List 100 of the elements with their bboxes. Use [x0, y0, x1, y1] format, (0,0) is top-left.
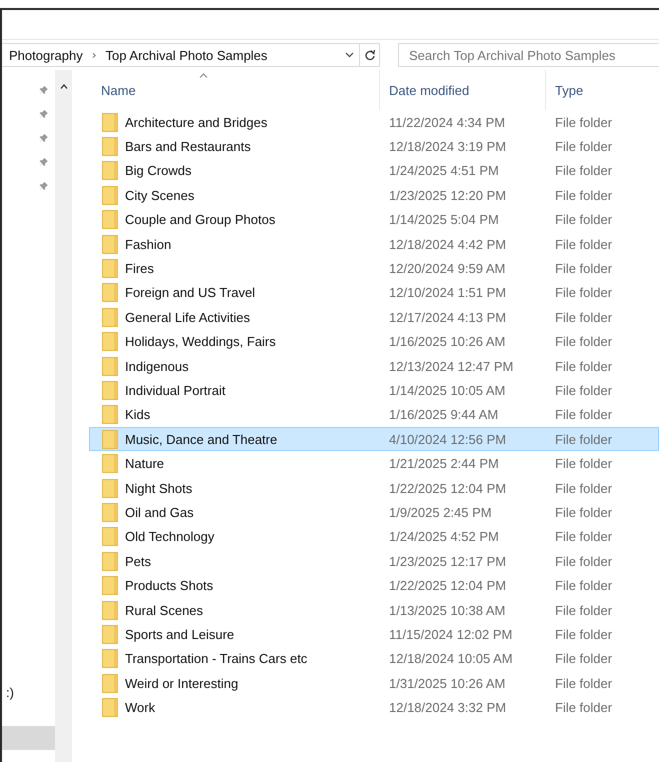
file-name: Foreign and US Travel — [125, 285, 256, 300]
refresh-button[interactable] — [360, 43, 380, 67]
file-row[interactable]: Bars and Restaurants 12/18/2024 3:19 PM File folder — [89, 134, 659, 159]
file-row[interactable]: Music, Dance and Theatre 4/10/2024 12:56 PM File folder — [89, 427, 659, 452]
breadcrumb[interactable]: Photography — [9, 48, 83, 62]
file-name: Fires — [125, 261, 154, 276]
file-type: File folder — [555, 236, 612, 252]
file-row[interactable]: Kids 1/16/2025 9:44 AM File folder — [89, 402, 659, 428]
date-modified: 12/18/2024 10:05 AM — [389, 651, 513, 666]
file-row[interactable]: Work 12/18/2024 3:32 PM File folder — [89, 695, 659, 720]
date-modified: 1/16/2025 9:44 AM — [389, 407, 498, 422]
file-row[interactable]: Night Shots 1/22/2025 12:04 PM File folder — [89, 476, 659, 500]
date-modified: 12/18/2024 3:19 PM — [389, 139, 506, 154]
column-label: Type — [555, 82, 584, 98]
breadcrumb[interactable]: Top Archival Photo Samples — [106, 48, 268, 62]
folder-icon — [102, 137, 118, 156]
file-row[interactable]: General Life Activities 12/17/2024 4:13 PM File folder — [89, 305, 659, 330]
file-type: File folder — [555, 310, 612, 325]
file-row[interactable]: Rural Scenes 1/13/2025 10:38 AM File folder — [89, 598, 659, 622]
folder-icon — [102, 210, 118, 230]
file-row[interactable]: Oil and Gas 1/9/2025 2:45 PM File folder — [89, 500, 659, 525]
file-name: Work — [125, 700, 156, 716]
file-row[interactable]: Holidays, Weddings, Fairs 1/16/2025 10:26 AM File folder — [89, 330, 659, 354]
folder-icon — [102, 527, 118, 546]
folder-icon — [102, 502, 118, 522]
date-modified: 1/23/2025 12:17 PM — [389, 554, 506, 569]
folder-icon — [102, 356, 118, 376]
file-type: File folder — [555, 114, 612, 130]
file-row[interactable]: Old Technology 1/24/2025 4:52 PM File folder — [89, 524, 659, 550]
folder-icon — [102, 478, 118, 498]
file-type: File folder — [555, 578, 612, 594]
file-row[interactable]: Sports and Leisure 11/15/2024 12:02 PM File folder — [89, 622, 659, 647]
date-modified: 1/16/2025 10:26 AM — [389, 334, 506, 350]
file-type: File folder — [555, 261, 612, 276]
address-bar[interactable]: Photography › Top Archival Photo Samples — [2, 43, 360, 67]
folder-icon — [102, 112, 118, 132]
file-type: File folder — [555, 480, 612, 496]
file-row[interactable]: Architecture and Bridges 11/22/2024 4:34 PM File folder — [89, 110, 659, 134]
date-modified: 11/15/2024 12:02 PM — [389, 626, 512, 642]
folder-icon — [102, 332, 118, 352]
file-row[interactable]: City Scenes 1/23/2025 12:20 PM File folder — [89, 183, 659, 208]
pin-icon[interactable] — [39, 109, 49, 119]
folder-icon — [102, 259, 118, 278]
file-type: File folder — [555, 504, 612, 520]
pin-icon[interactable] — [39, 181, 49, 191]
file-row[interactable]: Nature 1/21/2025 2:44 PM File folder — [89, 451, 659, 476]
file-row[interactable]: Big Crowds 1/24/2025 4:51 PM File folder — [89, 158, 659, 184]
file-row[interactable]: Indigenous 12/13/2024 12:47 PM File folder — [89, 354, 659, 378]
column-header[interactable]: Date modified — [379, 70, 545, 110]
date-modified: 1/22/2025 12:04 PM — [389, 480, 506, 496]
scroll-up-icon[interactable] — [60, 84, 68, 89]
file-row[interactable]: Weird or Interesting 1/31/2025 10:26 AM File folder — [89, 670, 659, 696]
file-name: Pets — [125, 554, 152, 569]
file-name: Sports and Leisure — [125, 626, 234, 642]
date-modified: 1/13/2025 10:38 AM — [389, 602, 506, 618]
scrollbar[interactable] — [55, 70, 72, 762]
file-row[interactable]: Individual Portrait 1/14/2025 10:05 AM File folder — [89, 378, 659, 403]
date-modified: 1/24/2025 4:52 PM — [389, 529, 499, 544]
file-name: Transportation - Trains Cars etc — [125, 651, 308, 666]
file-type: File folder — [555, 212, 612, 228]
date-modified: 1/9/2025 2:45 PM — [389, 504, 492, 520]
date-modified: 1/31/2025 10:26 AM — [389, 676, 506, 691]
date-modified: 12/13/2024 12:47 PM — [389, 358, 514, 374]
nav-item-label[interactable]: :) — [2, 685, 55, 700]
folder-icon — [102, 405, 118, 424]
file-row[interactable]: Transportation - Trains Cars etc 12/18/2024 10:05 AM File folder — [89, 646, 659, 671]
file-type: File folder — [555, 188, 612, 203]
date-modified: 1/23/2025 12:20 PM — [389, 188, 506, 203]
pin-icon[interactable] — [39, 85, 49, 95]
file-row[interactable]: Pets 1/23/2025 12:17 PM File folder — [89, 549, 659, 574]
date-modified: 1/14/2025 10:05 AM — [389, 382, 506, 398]
folder-icon — [102, 186, 118, 205]
file-type: File folder — [555, 626, 612, 642]
folder-icon — [102, 698, 118, 718]
column-label: Date modified — [389, 82, 470, 98]
folder-icon — [102, 380, 118, 400]
date-modified: 1/22/2025 12:04 PM — [389, 578, 506, 594]
folder-icon — [102, 624, 118, 644]
file-name: Night Shots — [125, 480, 192, 496]
file-type: File folder — [555, 163, 612, 178]
file-row[interactable]: Fashion 12/18/2024 4:42 PM File folder — [89, 232, 659, 256]
date-modified: 4/10/2024 12:56 PM — [389, 432, 506, 447]
pin-icon[interactable] — [39, 133, 49, 143]
refresh-icon[interactable] — [364, 49, 376, 61]
search-field[interactable]: Search Top Archival Photo Samples — [398, 43, 659, 67]
file-row[interactable]: Fires 12/20/2024 9:59 AM File folder — [89, 256, 659, 281]
date-modified: 1/24/2025 4:51 PM — [389, 163, 499, 178]
file-name: City Scenes — [125, 188, 194, 203]
date-modified: 12/17/2024 4:13 PM — [389, 310, 506, 325]
breadcrumb-separator: › — [92, 48, 97, 62]
pin-icon[interactable] — [39, 157, 49, 167]
file-name: Old Technology — [125, 529, 214, 544]
file-type: File folder — [555, 407, 612, 422]
file-row[interactable]: Couple and Group Photos 1/14/2025 5:04 PM File folder — [89, 208, 659, 232]
folder-icon — [102, 234, 118, 254]
file-row[interactable]: Products Shots 1/22/2025 12:04 PM File folder — [89, 573, 659, 598]
column-header[interactable]: Name — [89, 70, 379, 110]
column-header[interactable]: Type — [545, 70, 659, 110]
file-row[interactable]: Foreign and US Travel 12/10/2024 1:51 PM File folder — [89, 280, 659, 306]
file-name: Indigenous — [125, 358, 189, 374]
